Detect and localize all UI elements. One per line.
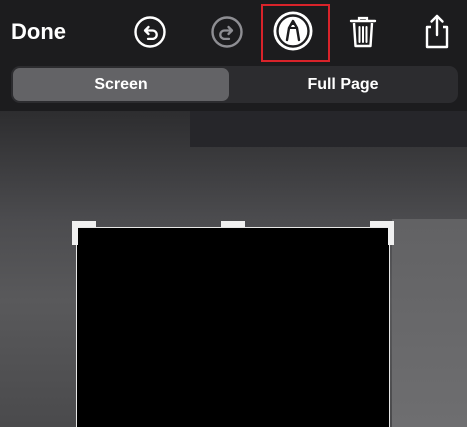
crop-handle-top-middle[interactable] — [221, 221, 245, 227]
preview-background-panel — [392, 219, 467, 427]
screenshot-editor: Done Screen Full Page — [0, 0, 467, 427]
share-icon — [421, 13, 453, 51]
tab-screen[interactable]: Screen — [13, 68, 229, 101]
markup-button[interactable] — [270, 8, 316, 54]
capture-mode-segmented-control: Screen Full Page — [11, 66, 458, 103]
screenshot-preview — [0, 111, 467, 427]
crop-frame[interactable] — [76, 227, 390, 427]
trash-icon — [347, 14, 379, 50]
delete-button[interactable] — [341, 10, 385, 54]
done-button[interactable]: Done — [11, 17, 66, 47]
crop-handle-top-right-vertical[interactable] — [388, 221, 394, 245]
redo-button[interactable] — [205, 10, 249, 54]
markup-pen-icon — [271, 9, 315, 53]
redo-icon — [210, 15, 244, 49]
undo-icon — [133, 15, 167, 49]
undo-button[interactable] — [128, 10, 172, 54]
crop-handle-top-left-vertical[interactable] — [72, 221, 78, 245]
share-button[interactable] — [415, 10, 459, 54]
tab-full-page[interactable]: Full Page — [230, 68, 456, 101]
preview-background-band — [190, 111, 467, 147]
toolbar: Done — [0, 0, 467, 64]
